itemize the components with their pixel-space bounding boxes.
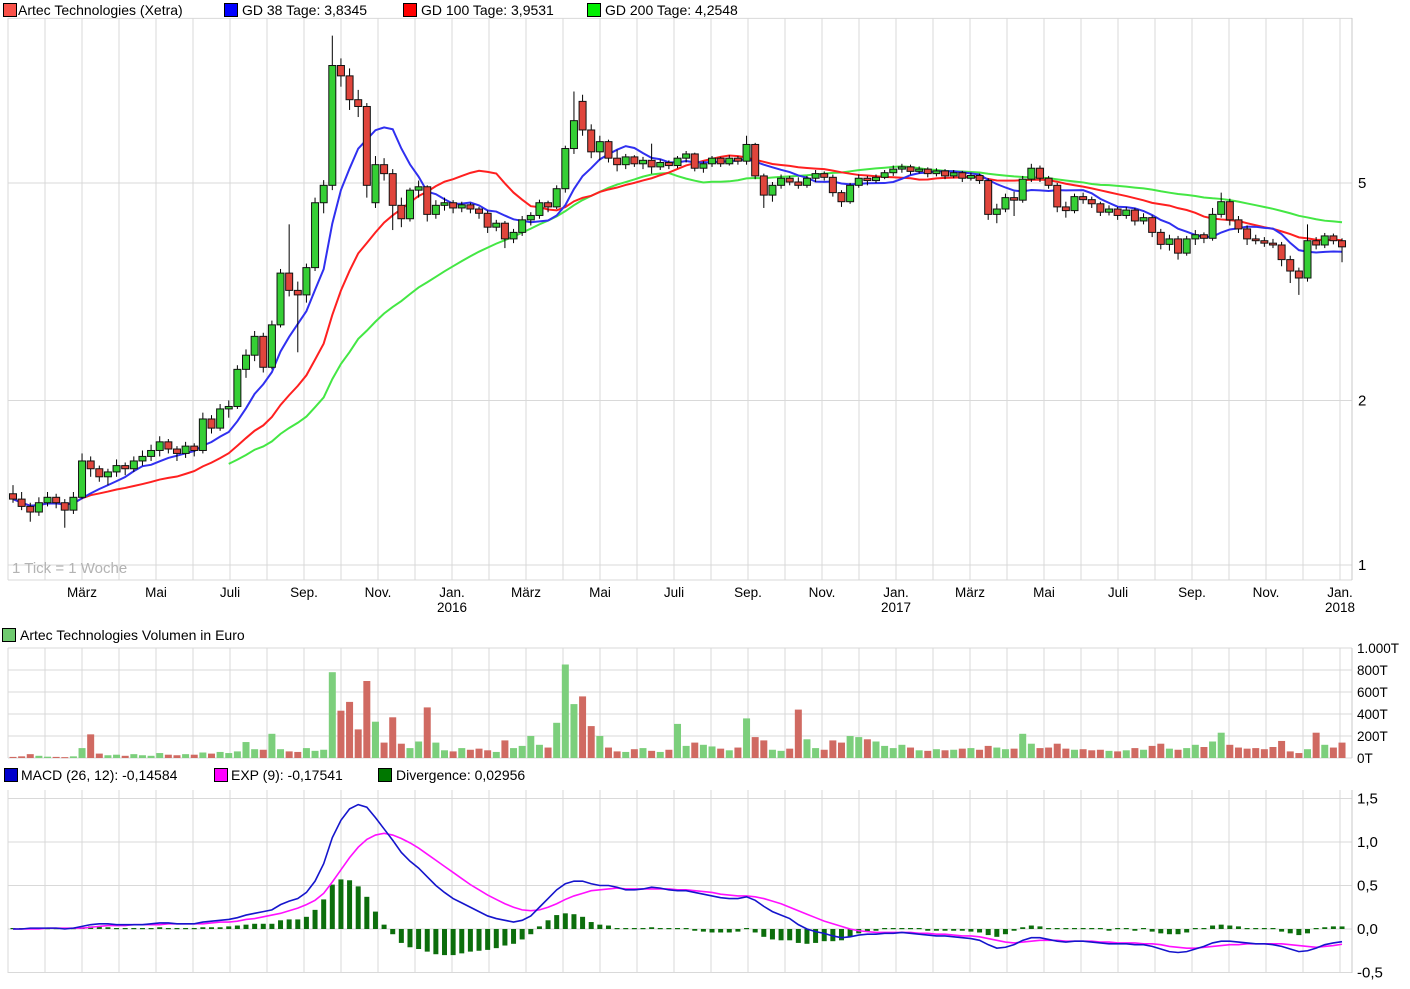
gd200-label: GD 200 Tage: 4,2548: [605, 2, 738, 18]
svg-text:2016: 2016: [437, 600, 467, 615]
tick-interval-note: 1 Tick = 1 Woche: [12, 560, 127, 577]
svg-text:400T: 400T: [1357, 707, 1388, 722]
divergence-swatch: [378, 768, 392, 782]
gd100-swatch: [403, 3, 417, 17]
svg-text:März: März: [955, 585, 985, 600]
svg-text:Mai: Mai: [145, 585, 167, 600]
volume-bars-layer: [10, 665, 1346, 759]
volume-series-label: Artec Technologies Volumen in Euro: [20, 627, 245, 643]
svg-text:Sep.: Sep.: [734, 585, 762, 600]
volume-series-swatch: [2, 628, 16, 642]
svg-text:2: 2: [1358, 392, 1366, 409]
candlestick-layer: [10, 36, 1346, 528]
svg-text:März: März: [511, 585, 541, 600]
svg-text:Juli: Juli: [220, 585, 240, 600]
svg-text:Nov.: Nov.: [365, 585, 392, 600]
divergence-label: Divergence: 0,02956: [396, 767, 525, 783]
svg-text:0,0: 0,0: [1357, 921, 1378, 938]
stock-chart-page: 5 2 1 1.000T 800T 600T 400T 200T 0T 1,5 1,0 0,5 0,0 -…: [0, 0, 1410, 989]
svg-text:Sep.: Sep.: [1178, 585, 1206, 600]
svg-text:März: März: [67, 585, 97, 600]
moving-averages-layer: [13, 127, 1342, 505]
svg-text:1,5: 1,5: [1357, 791, 1378, 808]
svg-text:Nov.: Nov.: [1253, 585, 1280, 600]
svg-text:-0,5: -0,5: [1357, 965, 1383, 982]
chart-canvas: 5 2 1 1.000T 800T 600T 400T 200T 0T 1,5 1,0 0,5 0,0 -…: [0, 0, 1410, 989]
svg-text:Jan.: Jan.: [439, 585, 465, 600]
macd-label: MACD (26, 12): -0,14584: [21, 767, 177, 783]
svg-text:Mai: Mai: [1033, 585, 1055, 600]
svg-text:0T: 0T: [1357, 751, 1373, 766]
svg-text:200T: 200T: [1357, 729, 1388, 744]
svg-text:800T: 800T: [1357, 663, 1388, 678]
svg-text:Nov.: Nov.: [809, 585, 836, 600]
svg-text:Juli: Juli: [1108, 585, 1128, 600]
gd100-label: GD 100 Tage: 3,9531: [421, 2, 554, 18]
svg-text:Mai: Mai: [589, 585, 611, 600]
svg-text:0,5: 0,5: [1357, 878, 1378, 895]
gd200-swatch: [587, 3, 601, 17]
price-series-swatch: [3, 3, 17, 17]
svg-text:1: 1: [1358, 557, 1366, 574]
svg-text:Jan.: Jan.: [883, 585, 909, 600]
exp-label: EXP (9): -0,17541: [231, 767, 343, 783]
svg-text:Sep.: Sep.: [290, 585, 318, 600]
svg-text:2017: 2017: [881, 600, 911, 615]
gd38-swatch: [224, 3, 238, 17]
svg-text:1,0: 1,0: [1357, 834, 1378, 851]
svg-text:600T: 600T: [1357, 685, 1388, 700]
svg-text:1.000T: 1.000T: [1357, 641, 1399, 656]
svg-text:5: 5: [1358, 175, 1366, 192]
svg-text:Jan.: Jan.: [1327, 585, 1353, 600]
macd-lines-layer: [13, 805, 1342, 953]
gd38-label: GD 38 Tage: 3,8345: [242, 2, 367, 18]
svg-text:Juli: Juli: [664, 585, 684, 600]
macd-swatch: [4, 768, 18, 782]
svg-text:2018: 2018: [1325, 600, 1355, 615]
price-series-label: Artec Technologies (Xetra): [18, 2, 183, 18]
exp-swatch: [214, 768, 228, 782]
